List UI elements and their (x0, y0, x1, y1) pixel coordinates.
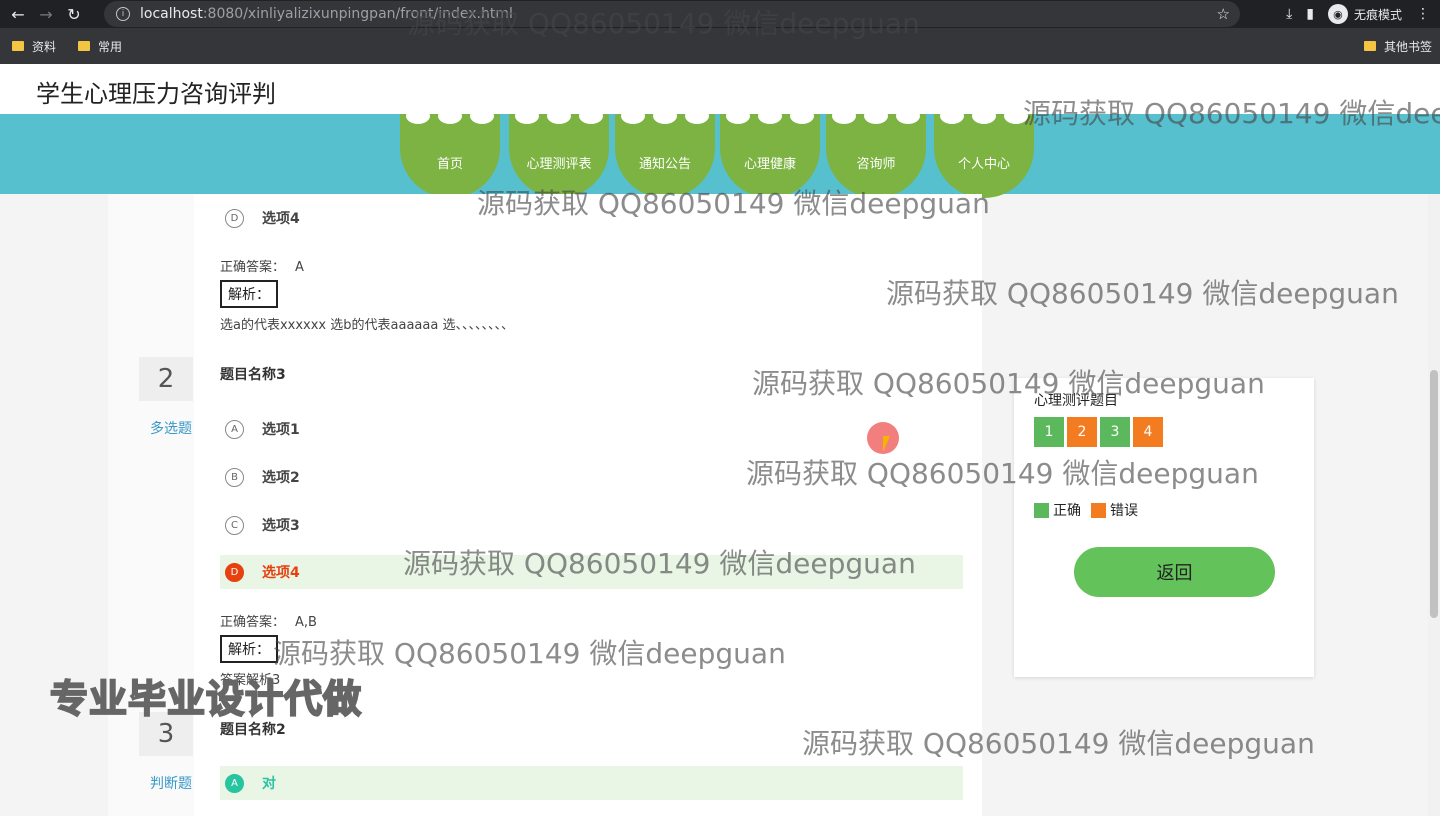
info-icon[interactable]: i (116, 7, 130, 21)
mouse-cursor-icon (883, 436, 897, 452)
legend-correct-label: 正确 (1053, 503, 1081, 519)
nav-label: 咨询师 (856, 157, 896, 172)
bookmark-star-icon[interactable]: ☆ (1217, 5, 1230, 23)
folder-icon (78, 41, 91, 51)
option-text: 选项1 (262, 422, 300, 438)
nav-item-notices[interactable]: 通知公告 (615, 108, 715, 198)
site-title: 学生心理压力咨询评判 (36, 80, 276, 108)
nav-item-home[interactable]: 首页 (400, 108, 500, 198)
url-host: localhost (140, 6, 203, 22)
option-letter: D (225, 562, 244, 582)
question-2-analysis-label: 解析： (220, 635, 278, 663)
nav-label: 通知公告 (638, 157, 691, 172)
nav-label: 心理测评表 (526, 157, 592, 172)
status-legend: 正确 错误 (1034, 500, 1138, 520)
question-2-option-a[interactable]: A 选项1 (220, 412, 963, 446)
incognito-icon: ◉ (1327, 4, 1348, 24)
url-path: :8080/xinliyalizixunpingpan/front/index.… (202, 6, 513, 22)
bookmark-label: 常用 (98, 39, 123, 54)
forward-arrow-icon[interactable]: → (32, 0, 60, 28)
question-jump-4[interactable]: 4 (1133, 417, 1163, 447)
bookmark-label: 其他书签 (1383, 39, 1432, 54)
legend-wrong-label: 错误 (1110, 503, 1138, 519)
nav-label: 心理健康 (743, 157, 796, 172)
question-jump-2[interactable]: 2 (1067, 417, 1097, 447)
option-text: 选项2 (262, 470, 300, 486)
question-3-type: 判断题 (150, 776, 192, 792)
incognito-label: 无痕模式 (1353, 7, 1402, 22)
option-text: 选项3 (262, 518, 300, 534)
nav-label: 个人中心 (957, 157, 1010, 172)
address-bar[interactable]: i localhost:8080/xinliyalizixunpingpan/f… (104, 1, 1240, 27)
bookmarks-bar: 资料 常用 其他书签 (0, 28, 1440, 64)
incognito-indicator[interactable]: ◉ 无痕模式 (1327, 4, 1402, 24)
question-jump-1[interactable]: 1 (1034, 417, 1064, 447)
option-text: 选项4 (262, 211, 300, 227)
option-letter: C (225, 515, 244, 535)
nav-item-assessment[interactable]: 心理测评表 (509, 108, 609, 198)
question-2-option-b[interactable]: B 选项2 (220, 460, 963, 494)
option-text: 选项4 (262, 565, 300, 581)
correct-swatch (1034, 502, 1049, 518)
option-letter: A (225, 419, 244, 439)
nav-item-counselor[interactable]: 咨询师 (826, 108, 926, 198)
question-1-analysis-text: 选a的代表xxxxxx 选b的代表aaaaaa 选、、、、、、、、 (220, 318, 514, 333)
question-3-option-a-selected-right[interactable]: A 对 (220, 766, 963, 800)
question-overview-card: 心理测评题目 1 2 3 4 正确 错误 返回 (1014, 378, 1314, 677)
scrollbar-thumb[interactable] (1430, 370, 1438, 618)
option-letter: B (225, 467, 244, 487)
question-2-correct-answer: 正确答案： A,B (220, 611, 317, 630)
nav-label: 首页 (436, 157, 463, 172)
question-1-correct-answer: 正确答案： A (220, 256, 304, 275)
question-2-option-d-selected-wrong[interactable]: D 选项4 (220, 555, 963, 589)
question-1-option-d[interactable]: D 选项4 (220, 201, 963, 235)
answer-value: A (295, 260, 304, 275)
answer-value: A,B (295, 615, 317, 630)
page-scrollbar[interactable] (1428, 194, 1440, 816)
question-jump-3[interactable]: 3 (1100, 417, 1130, 447)
question-2-number: 2 (139, 357, 193, 401)
reload-icon[interactable]: ↻ (60, 0, 88, 28)
browser-right-tools: ⤓ ▮ ◉ 无痕模式 ⋮ (1286, 0, 1440, 28)
bookmark-folder-other[interactable]: 其他书签 (1363, 38, 1432, 55)
answer-label: 正确答案： (220, 615, 286, 630)
nav-item-health[interactable]: 心理健康 (720, 108, 820, 198)
main-nav: 首页 心理测评表 通知公告 心理健康 咨询师 个人中心 (0, 108, 1440, 198)
wrong-swatch (1091, 502, 1106, 518)
folder-icon (12, 41, 24, 51)
back-arrow-icon[interactable]: ← (4, 0, 32, 28)
ad-overlay-text: 专业毕业设计代做 (49, 676, 363, 722)
option-letter: D (225, 208, 244, 228)
question-2-option-c[interactable]: C 选项3 (220, 508, 963, 542)
answer-label: 正确答案： (220, 260, 286, 275)
question-2-title: 题目名称3 (220, 367, 286, 383)
site-header: 学生心理压力咨询评判 (0, 64, 1440, 114)
overview-title: 心理测评题目 (1034, 393, 1118, 409)
bookmark-folder-changyong[interactable]: 常用 (78, 38, 122, 55)
back-button[interactable]: 返回 (1074, 547, 1275, 597)
download-icon[interactable]: ⤓ (1286, 6, 1292, 22)
option-letter: A (225, 773, 244, 793)
menu-kebab-icon[interactable]: ⋮ (1416, 6, 1430, 22)
option-text: 对 (262, 776, 276, 792)
question-2-type: 多选题 (150, 421, 192, 437)
sidebar-toggle-icon[interactable]: ▮ (1306, 6, 1314, 22)
folder-icon (1363, 41, 1376, 51)
bookmark-folder-ziliao[interactable]: 资料 (12, 38, 56, 55)
bookmark-label: 资料 (32, 39, 57, 54)
browser-toolbar: ← → ↻ i localhost:8080/xinliyalizixunpin… (0, 0, 1440, 28)
nav-item-profile[interactable]: 个人中心 (934, 108, 1034, 198)
question-1-analysis-label: 解析： (220, 280, 278, 308)
